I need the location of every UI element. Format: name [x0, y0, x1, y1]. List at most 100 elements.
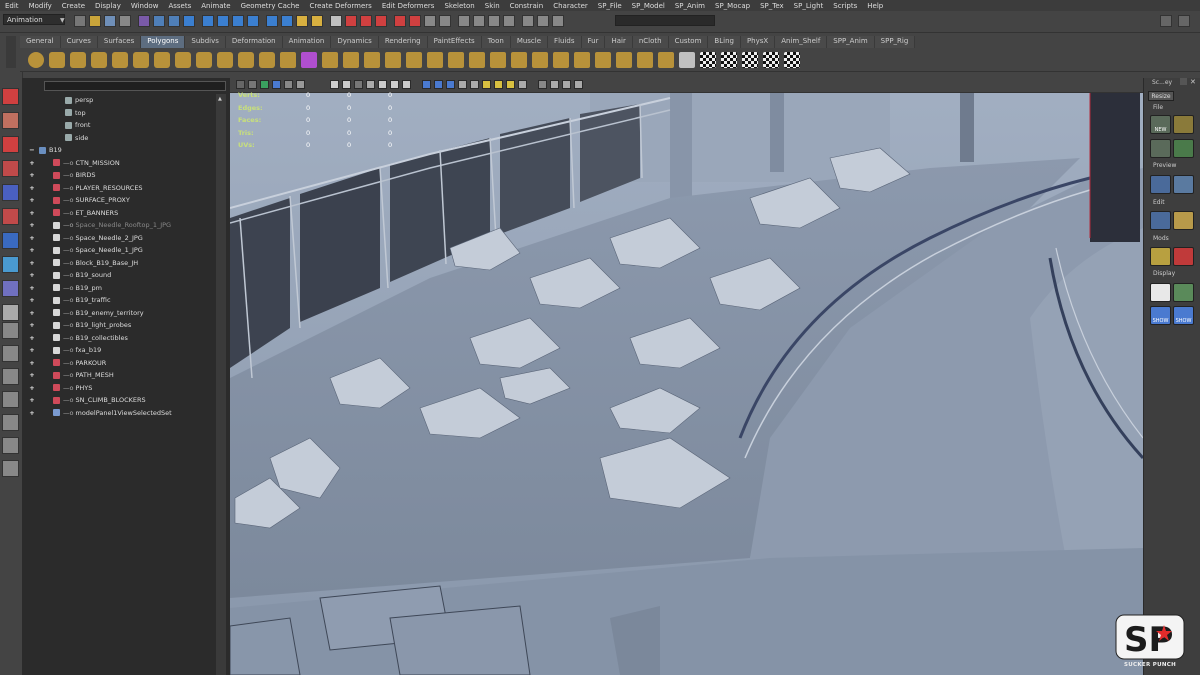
status-line-tool-29-icon[interactable] [522, 15, 534, 27]
shelf-offset-icon[interactable] [595, 52, 611, 68]
tab-custom[interactable]: Custom [668, 36, 709, 48]
menu-edit[interactable]: Edit [0, 2, 24, 10]
viewport-tool-21-icon[interactable] [506, 80, 515, 89]
tab-bling[interactable]: BLing [708, 36, 741, 48]
menu-character[interactable]: Character [548, 2, 593, 10]
shelf-checker-3-icon[interactable] [742, 52, 758, 68]
viewport-tool-17-icon[interactable] [458, 80, 467, 89]
shelf-separate-icon[interactable] [301, 52, 317, 68]
shelf-append-icon[interactable] [532, 52, 548, 68]
expand-icon[interactable]: + [28, 259, 36, 267]
menu-skeleton[interactable]: Skeleton [439, 2, 479, 10]
viewport-tool-18-icon[interactable] [470, 80, 479, 89]
expand-icon[interactable]: + [28, 396, 36, 404]
status-line-tool-18-icon[interactable] [345, 15, 357, 27]
panel-layout-icon[interactable] [1160, 15, 1172, 27]
status-line-tool-9-icon[interactable] [202, 15, 214, 27]
status-line-tool-28-icon[interactable] [503, 15, 515, 27]
tab-polygons[interactable]: Polygons [141, 36, 186, 48]
preview-cube-button[interactable] [1150, 175, 1171, 194]
tool-layout-5-icon[interactable] [2, 414, 19, 431]
menu-sp-model[interactable]: SP_Model [627, 2, 670, 10]
shelf-collapse-icon[interactable] [637, 52, 653, 68]
tab-subdivs[interactable]: Subdivs [185, 36, 226, 48]
viewport-tool-25-icon[interactable] [562, 80, 571, 89]
outliner-item[interactable]: persp [22, 94, 230, 106]
menu-sp-file[interactable]: SP_File [593, 2, 627, 10]
outliner-item[interactable]: + —o Block_B19_Base_JH [22, 257, 230, 269]
show-button[interactable]: SHOW [1173, 306, 1194, 325]
display-r-button[interactable] [1150, 283, 1171, 302]
shelf-torus-icon[interactable] [133, 52, 149, 68]
outliner-item[interactable]: + —o B19_sound [22, 269, 230, 281]
shelf-checker-2-icon[interactable] [721, 52, 737, 68]
status-line-tool-21-icon[interactable] [394, 15, 406, 27]
expand-icon[interactable]: + [28, 209, 36, 217]
command-field[interactable] [615, 15, 715, 26]
tool-layout-1-icon[interactable] [2, 322, 19, 339]
outliner-item[interactable]: + —o B19_traffic [22, 294, 230, 306]
viewport-tool-12-icon[interactable] [390, 80, 399, 89]
menu-sp-tex[interactable]: SP_Tex [755, 2, 789, 10]
menu-sp-mocap[interactable]: SP_Mocap [710, 2, 755, 10]
status-line-tool-23-icon[interactable] [424, 15, 436, 27]
expand-icon[interactable]: + [28, 184, 36, 192]
shelf-split-icon[interactable] [553, 52, 569, 68]
viewport-tool-26-icon[interactable] [574, 80, 583, 89]
status-line-tool-24-icon[interactable] [439, 15, 451, 27]
tab-curves[interactable]: Curves [60, 36, 98, 48]
shelf-fill-hole-icon[interactable] [427, 52, 443, 68]
shelf-bridge-icon[interactable] [511, 52, 527, 68]
viewport-tool-5-icon[interactable] [284, 80, 293, 89]
status-line-tool-22-icon[interactable] [409, 15, 421, 27]
expand-icon[interactable]: + [28, 359, 36, 367]
status-line-tool-12-icon[interactable] [247, 15, 259, 27]
tab-general[interactable]: General [20, 36, 61, 48]
edit-box-button[interactable] [1173, 211, 1194, 230]
tool-universal-manipulator-icon[interactable] [2, 232, 19, 249]
outliner-item[interactable]: + —o PHYS [22, 382, 230, 394]
tool-layout-4-icon[interactable] [2, 391, 19, 408]
outliner-item[interactable]: + —o ET_BANNERS [22, 207, 230, 219]
shelf-triangulate-icon[interactable] [448, 52, 464, 68]
tab-dynamics[interactable]: Dynamics [331, 36, 379, 48]
menu-create-deformers[interactable]: Create Deformers [304, 2, 376, 10]
shelf-extract-icon[interactable] [322, 52, 338, 68]
outliner-item[interactable]: + —o fxa_b19 [22, 344, 230, 356]
tab-rendering[interactable]: Rendering [378, 36, 428, 48]
expand-icon[interactable]: + [28, 321, 36, 329]
status-line-tool-27-icon[interactable] [488, 15, 500, 27]
move-asset-button[interactable] [1150, 139, 1171, 158]
shelf-cylinder-icon[interactable] [70, 52, 86, 68]
viewport-tool-8-icon[interactable] [342, 80, 351, 89]
shelf-mirror-icon[interactable] [406, 52, 422, 68]
viewport-tool-4-icon[interactable] [272, 80, 281, 89]
expand-icon[interactable]: + [28, 296, 36, 304]
expand-icon[interactable]: + [28, 334, 36, 342]
status-line-tool-13-icon[interactable] [266, 15, 278, 27]
shelf-average-icon[interactable] [385, 52, 401, 68]
shelf-cube-icon[interactable] [49, 52, 65, 68]
mods-gear-button[interactable] [1173, 247, 1194, 266]
status-line-tool-30-icon[interactable] [537, 15, 549, 27]
tool-last-used-icon[interactable] [2, 304, 19, 321]
shelf-pipe-icon[interactable] [196, 52, 212, 68]
outliner-item[interactable]: + —o Space_Needle_Rooftop_1_JPG [22, 219, 230, 231]
expand-icon[interactable]: + [28, 384, 36, 392]
expand-icon[interactable]: + [28, 234, 36, 242]
tool-soft-mod-icon[interactable] [2, 256, 19, 273]
tool-rotate-icon[interactable] [2, 184, 19, 201]
shelf-checker-5-icon[interactable] [784, 52, 800, 68]
viewport-tool-14-icon[interactable] [422, 80, 431, 89]
shelf-cone-icon[interactable] [91, 52, 107, 68]
collapse-icon[interactable]: − [28, 146, 36, 154]
outliner-item[interactable]: front [22, 119, 230, 131]
panel-close-icon[interactable]: ✕ [1190, 78, 1196, 86]
outliner-item[interactable]: + —o B19_enemy_territory [22, 307, 230, 319]
menu-scripts[interactable]: Scripts [828, 2, 862, 10]
status-line-tool-10-icon[interactable] [217, 15, 229, 27]
tool-layout-2-icon[interactable] [2, 345, 19, 362]
outliner-item[interactable]: + —o B19_collectibles [22, 332, 230, 344]
viewport-tool-10-icon[interactable] [366, 80, 375, 89]
resize-button[interactable]: Resize [1148, 91, 1174, 101]
